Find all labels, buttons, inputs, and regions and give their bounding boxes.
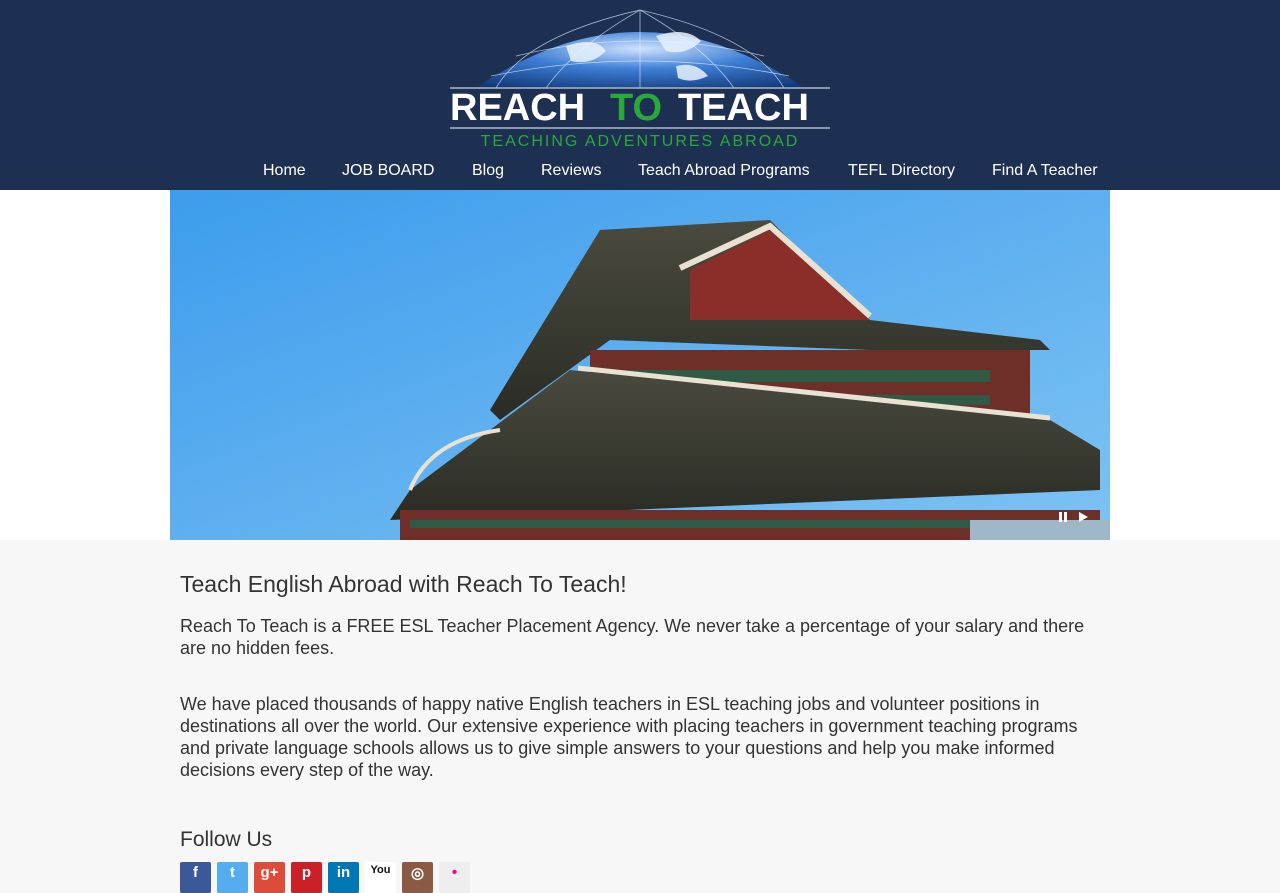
intro-paragraph: Reach To Teach is a FREE ESL Teacher Pla… (180, 616, 1085, 658)
twitter-icon[interactable]: t (217, 862, 248, 893)
reach-to-teach-logo[interactable]: REACH TO TEACH TEACHING ADVENTURES ABROA… (446, 6, 834, 152)
social-icons: f t g+ p in You ◎ • (180, 862, 1100, 893)
hero-band (0, 190, 1280, 540)
nav-tefl-directory[interactable]: TEFL Directory (848, 159, 955, 183)
instagram-icon[interactable]: ◎ (402, 862, 433, 893)
facebook-icon[interactable]: f (180, 862, 211, 893)
play-icon[interactable] (1076, 510, 1090, 524)
nav-find-a-teacher[interactable]: Find A Teacher (992, 159, 1098, 183)
site-header: REACH TO TEACH TEACHING ADVENTURES ABROA… (0, 0, 1280, 190)
hero-slideshow[interactable] (170, 190, 1110, 540)
page-title: Teach English Abroad with Reach To Teach… (180, 571, 627, 597)
logo-word-teach: TEACH (678, 87, 809, 129)
main-content: Teach English Abroad with Reach To Teach… (170, 540, 1110, 893)
pause-icon[interactable] (1056, 510, 1070, 524)
slideshow-controls (1056, 510, 1090, 524)
logo-word-to: TO (610, 87, 662, 129)
nav-home[interactable]: Home (263, 159, 306, 183)
nav-blog[interactable]: Blog (472, 159, 504, 183)
logo-tagline: TEACHING ADVENTURES ABROAD (481, 133, 800, 150)
nav-job-board[interactable]: JOB BOARD (342, 159, 434, 183)
pinterest-icon[interactable]: p (291, 862, 322, 893)
nav-teach-abroad-programs[interactable]: Teach Abroad Programs (638, 159, 810, 183)
google-plus-icon[interactable]: g+ (254, 862, 285, 893)
palace-photo (170, 190, 1110, 540)
nav-reviews[interactable]: Reviews (541, 159, 601, 183)
body-paragraph: We have placed thousands of happy native… (180, 694, 1078, 780)
linkedin-icon[interactable]: in (328, 862, 359, 893)
logo-word-reach: REACH (450, 87, 585, 129)
flickr-icon[interactable]: • (439, 862, 470, 893)
youtube-icon[interactable]: You (365, 862, 396, 893)
main-nav: Home JOB BOARD Blog Reviews Teach Abroad… (0, 159, 1280, 183)
follow-us-heading: Follow Us (180, 828, 273, 851)
